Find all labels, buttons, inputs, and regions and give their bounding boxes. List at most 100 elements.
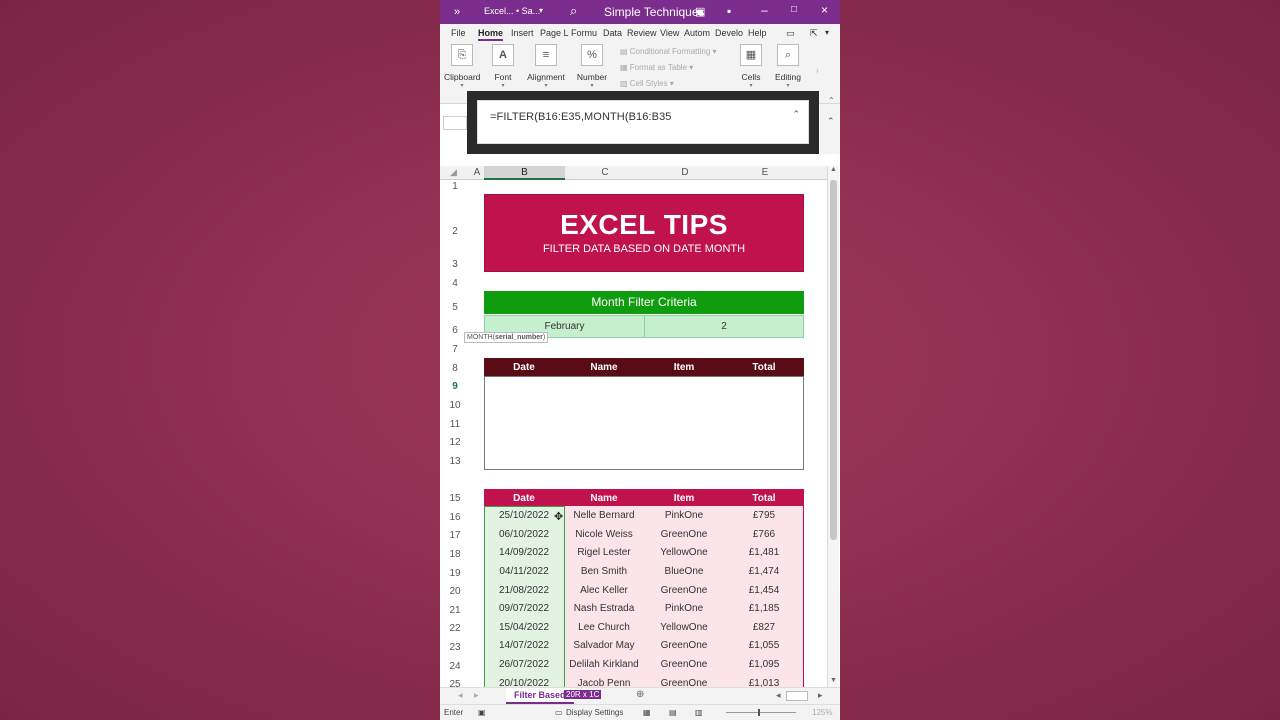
minimize-icon[interactable]: – bbox=[761, 3, 768, 17]
source-cell-date[interactable]: 15/04/2022 bbox=[484, 622, 564, 633]
normal-view-icon[interactable]: ▦ bbox=[643, 708, 651, 717]
comments-icon[interactable]: ▭ bbox=[786, 28, 795, 39]
source-cell-item[interactable]: GreenOne bbox=[644, 529, 724, 540]
collapse-formula-icon[interactable]: ⌃ bbox=[792, 109, 800, 120]
ribbon-scroll-icon[interactable]: › bbox=[816, 66, 819, 75]
source-cell-total[interactable]: £1,474 bbox=[724, 566, 804, 577]
clipboard-group[interactable]: ⎘ Clipboard ▾ bbox=[444, 44, 480, 89]
tab-developer[interactable]: Develo bbox=[715, 28, 743, 38]
search-icon[interactable]: ⌕ bbox=[570, 3, 577, 19]
row-header[interactable]: 22 bbox=[440, 623, 470, 634]
row-header[interactable]: 16 bbox=[440, 512, 470, 523]
source-cell-date[interactable]: 25/10/2022 bbox=[484, 510, 564, 521]
scroll-up-icon[interactable]: ▲ bbox=[830, 166, 837, 173]
source-cell-total[interactable]: £827 bbox=[724, 622, 804, 633]
back-chevron-icon[interactable]: » bbox=[454, 6, 460, 18]
formula-bar[interactable]: =FILTER(B16:E35,MONTH(B16:B35 ⌃ bbox=[477, 100, 809, 144]
source-cell-name[interactable]: Ben Smith bbox=[564, 566, 644, 577]
tab-page-layout[interactable]: Page L bbox=[540, 28, 569, 38]
row-header[interactable]: 3 bbox=[440, 259, 470, 270]
row-header[interactable]: 25 bbox=[440, 679, 470, 687]
column-header-b[interactable]: B bbox=[484, 166, 565, 180]
select-all-corner[interactable]: ◢ bbox=[440, 166, 470, 180]
source-cell-name[interactable]: Jacob Penn bbox=[564, 678, 644, 687]
tab-view[interactable]: View bbox=[660, 28, 679, 38]
editing-group[interactable]: ⌕ Editing ▾ bbox=[773, 44, 803, 89]
source-cell-date[interactable]: 21/08/2022 bbox=[484, 585, 564, 596]
file-menu-chevron-icon[interactable]: ▾ bbox=[539, 6, 543, 15]
source-cell-date[interactable]: 06/10/2022 bbox=[484, 529, 564, 540]
source-cell-item[interactable]: YellowOne bbox=[644, 547, 724, 558]
tab-automate[interactable]: Autom bbox=[684, 28, 710, 38]
close-icon[interactable]: × bbox=[821, 3, 828, 17]
worksheet-grid[interactable]: ◢ A B C D E 1 2 3 4 5 6 7 8 9 10 11 12 1… bbox=[440, 154, 840, 687]
horizontal-scrollbar[interactable] bbox=[786, 691, 808, 701]
file-name[interactable]: Excel... • Sa... bbox=[484, 6, 540, 16]
row-header[interactable]: 19 bbox=[440, 568, 470, 579]
font-group[interactable]: A Font ▾ bbox=[488, 44, 518, 89]
result-table-body[interactable] bbox=[484, 376, 804, 470]
row-header[interactable]: 24 bbox=[440, 661, 470, 672]
formula-text[interactable]: =FILTER(B16:E35,MONTH(B16:B35 bbox=[490, 111, 672, 123]
column-header-a[interactable]: A bbox=[470, 166, 484, 180]
row-header[interactable]: 18 bbox=[440, 549, 470, 560]
row-header[interactable]: 17 bbox=[440, 530, 470, 541]
row-header[interactable]: 10 bbox=[440, 400, 470, 411]
row-header[interactable]: 11 bbox=[440, 419, 470, 430]
scroll-down-icon[interactable]: ▼ bbox=[830, 677, 837, 684]
row-header[interactable]: 9 bbox=[440, 381, 470, 392]
tab-data[interactable]: Data bbox=[603, 28, 622, 38]
source-cell-name[interactable]: Nicole Weiss bbox=[564, 529, 644, 540]
column-header-e[interactable]: E bbox=[725, 166, 805, 180]
source-cell-total[interactable]: £1,185 bbox=[724, 603, 804, 614]
page-break-view-icon[interactable]: ▥ bbox=[695, 708, 703, 717]
next-sheet-icon[interactable]: ▸ bbox=[474, 690, 479, 701]
source-cell-item[interactable]: GreenOne bbox=[644, 585, 724, 596]
source-cell-item[interactable]: PinkOne bbox=[644, 510, 724, 521]
source-cell-date[interactable]: 14/07/2022 bbox=[484, 640, 564, 651]
share-chevron-icon[interactable]: ▾ bbox=[825, 28, 829, 37]
zoom-slider[interactable] bbox=[726, 712, 796, 713]
row-header[interactable]: 5 bbox=[440, 302, 470, 313]
share-icon[interactable]: ⇱ bbox=[810, 28, 818, 39]
source-cell-total[interactable]: £1,013 bbox=[724, 678, 804, 687]
zoom-slider-thumb[interactable] bbox=[758, 709, 760, 716]
tab-help[interactable]: Help bbox=[748, 28, 767, 38]
tab-review[interactable]: Review bbox=[627, 28, 657, 38]
format-as-table-button[interactable]: ▦ Format as Table ▾ bbox=[620, 63, 693, 72]
row-header[interactable]: 1 bbox=[440, 181, 470, 192]
row-header[interactable]: 23 bbox=[440, 642, 470, 653]
source-cell-date[interactable]: 20/10/2022 bbox=[484, 678, 564, 687]
source-cell-item[interactable]: YellowOne bbox=[644, 622, 724, 633]
source-cell-total[interactable]: £1,095 bbox=[724, 659, 804, 670]
camera-icon[interactable]: ▣ bbox=[695, 5, 705, 18]
maximize-icon[interactable]: □ bbox=[791, 4, 797, 15]
conditional-formatting-button[interactable]: ▤ Conditional Formatting ▾ bbox=[620, 47, 717, 56]
alignment-group[interactable]: ≡ Alignment ▾ bbox=[526, 44, 566, 89]
name-box[interactable] bbox=[443, 116, 467, 130]
expand-formula-bar-icon[interactable]: ⌃ bbox=[827, 116, 835, 127]
column-header-f[interactable] bbox=[805, 166, 827, 180]
hscroll-right-icon[interactable]: ▸ bbox=[818, 690, 823, 701]
column-header-c[interactable]: C bbox=[565, 166, 645, 180]
row-header[interactable]: 21 bbox=[440, 605, 470, 616]
page-layout-view-icon[interactable]: ▤ bbox=[669, 708, 677, 717]
scroll-thumb[interactable] bbox=[830, 180, 837, 540]
source-cell-date[interactable]: 04/11/2022 bbox=[484, 566, 564, 577]
column-header-d[interactable]: D bbox=[645, 166, 725, 180]
source-cell-item[interactable]: BlueOne bbox=[644, 566, 724, 577]
source-cell-item[interactable]: GreenOne bbox=[644, 659, 724, 670]
prev-sheet-icon[interactable]: ◂ bbox=[458, 690, 463, 701]
row-header[interactable]: 4 bbox=[440, 278, 470, 289]
number-group[interactable]: % Number ▾ bbox=[575, 44, 609, 89]
source-cell-name[interactable]: Alec Keller bbox=[564, 585, 644, 596]
tab-file[interactable]: File bbox=[451, 28, 466, 38]
source-cell-name[interactable]: Rigel Lester bbox=[564, 547, 644, 558]
source-cell-name[interactable]: Nash Estrada bbox=[564, 603, 644, 614]
source-cell-item[interactable]: GreenOne bbox=[644, 678, 724, 687]
tab-insert[interactable]: Insert bbox=[511, 28, 534, 38]
tab-home[interactable]: Home bbox=[478, 28, 504, 41]
tab-formulas[interactable]: Formu bbox=[571, 28, 597, 38]
source-cell-date[interactable]: 09/07/2022 bbox=[484, 603, 564, 614]
source-cell-item[interactable]: PinkOne bbox=[644, 603, 724, 614]
